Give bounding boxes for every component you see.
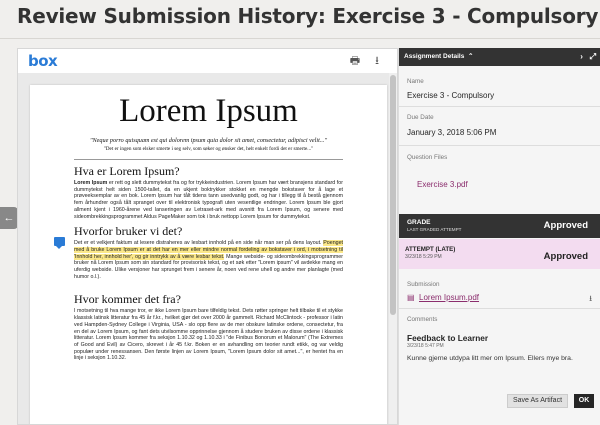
divider xyxy=(399,308,600,309)
print-icon[interactable]: 🖶 xyxy=(348,54,362,68)
name-value: Exercise 3 - Compulsory xyxy=(407,91,495,100)
feedback-date: 3/23/18 5:47 PM xyxy=(407,343,444,349)
question-files-label: Question Files xyxy=(407,154,448,161)
doc-text: er rett og slett dummytekst fra og for t… xyxy=(74,180,343,220)
doc-divider xyxy=(74,159,343,160)
question-file-link[interactable]: Exercise 3.pdf xyxy=(417,180,468,189)
file-icon: ▤ xyxy=(407,293,415,302)
attempt-label: ATTEMPT (LATE) xyxy=(405,246,456,253)
submission-file-link[interactable]: Lorem Ipsum.pdf xyxy=(419,293,479,302)
comments-label: Comments xyxy=(407,316,438,323)
box-logo: box xyxy=(28,52,58,70)
doc-section-title: Hvor kommer det fra? xyxy=(74,292,181,307)
feedback-text: Kunne gjerne utdypa litt mer om Ipsum. E… xyxy=(407,355,573,362)
doc-paragraph: Lorem Ipsum er rett og slett dummytekst … xyxy=(74,180,343,220)
name-label: Name xyxy=(407,78,424,85)
download-icon[interactable]: ⭳ xyxy=(370,54,384,68)
chevron-up-icon[interactable]: ⌃ xyxy=(466,53,473,60)
back-arrow-icon[interactable]: ← xyxy=(0,207,18,229)
panel-header[interactable]: Assignment Details ⌃ › ⤢ xyxy=(399,48,600,66)
doc-paragraph: Det er et velkjent faktum at lesere dist… xyxy=(74,240,343,280)
attempt-grade: Approved xyxy=(543,251,588,262)
save-as-artifact-button[interactable]: Save As Artifact xyxy=(507,394,569,408)
chevron-right-icon[interactable]: › xyxy=(580,52,583,61)
panel-header-label: Assignment Details xyxy=(404,53,465,60)
doc-quote-translation: "Det er ingen som elsker smerte i seg se… xyxy=(103,146,314,152)
doc-section-title: Hva er Lorem Ipsum? xyxy=(74,164,180,178)
doc-section-title: Hvorfor bruker vi det? xyxy=(74,224,183,239)
attempt-row[interactable]: ATTEMPT (LATE) 3/23/18 5:29 PM Approved xyxy=(399,239,600,269)
attempt-date: 3/23/18 5:29 PM xyxy=(405,254,442,260)
assignment-details-panel: Assignment Details ⌃ › ⤢ Name Exercise 3… xyxy=(398,48,600,425)
scrollbar-thumb[interactable] xyxy=(390,75,396,315)
doc-heading: Lorem Ipsum xyxy=(119,93,298,129)
download-icon[interactable]: ⭳ xyxy=(589,293,592,307)
grade-summary: GRADE LAST GRADED ATTEMPT Approved xyxy=(399,214,600,238)
title-divider xyxy=(0,38,600,39)
doc-bold-lead: Lorem Ipsum xyxy=(74,180,108,186)
doc-paragraph: I motsetning til hva mange tror, er ikke… xyxy=(74,308,343,362)
doc-quote: "Neque porro quisquam est qui dolorem ip… xyxy=(89,137,328,144)
doc-text: Det er et velkjent faktum at lesere dist… xyxy=(74,240,324,247)
ok-button[interactable]: OK xyxy=(574,394,594,408)
expand-icon[interactable]: ⤢ xyxy=(590,52,596,61)
page-title: Review Submission History: Exercise 3 - … xyxy=(17,4,599,28)
due-date-value: January 3, 2018 5:06 PM xyxy=(407,128,497,137)
comment-icon[interactable] xyxy=(54,237,65,249)
grade-value: Approved xyxy=(543,220,588,231)
document-viewer: box 🖶 ⭳ Lorem Ipsum "Neque porro quisqua… xyxy=(17,48,398,425)
submission-label: Submission xyxy=(407,281,440,288)
due-date-label: Due Date xyxy=(407,114,434,121)
divider xyxy=(399,145,600,146)
viewer-toolbar: box 🖶 ⭳ xyxy=(18,49,397,73)
document-page: Lorem Ipsum "Neque porro quisquam est qu… xyxy=(30,85,387,424)
divider xyxy=(399,106,600,107)
grade-sublabel: LAST GRADED ATTEMPT xyxy=(407,227,462,232)
grade-label: GRADE xyxy=(407,219,431,226)
feedback-title: Feedback to Learner xyxy=(407,333,489,343)
